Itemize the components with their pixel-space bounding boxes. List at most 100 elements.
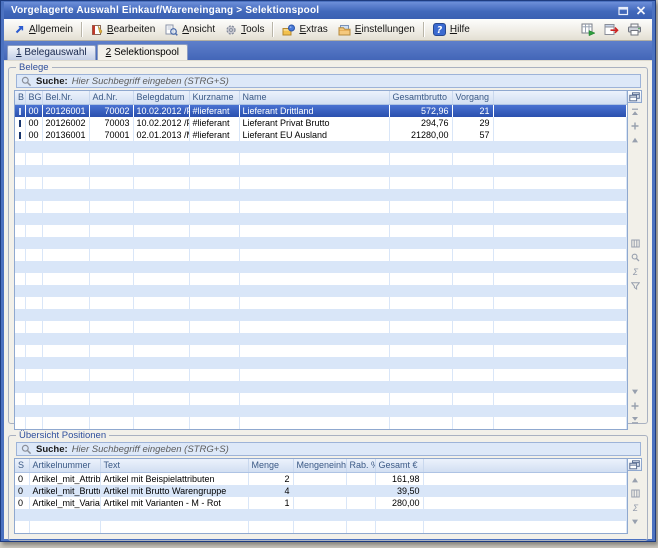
empty-cell	[452, 237, 493, 249]
table-row[interactable]: 00201360017000102.01.2013 /Mi#lieferantL…	[15, 129, 626, 141]
export-button[interactable]	[581, 23, 596, 36]
empty-cell	[452, 393, 493, 405]
cell: #lieferant	[189, 117, 239, 129]
column-header[interactable]: BG	[25, 91, 42, 104]
empty-cell	[493, 345, 626, 357]
empty-cell	[29, 521, 100, 533]
empty-cell	[89, 285, 133, 297]
menu-item-allgemein[interactable]: Allgemein	[9, 22, 78, 37]
empty-cell	[239, 405, 389, 417]
columns-icon	[631, 239, 640, 248]
menu-item-ansicht[interactable]: Ansicht	[160, 22, 220, 38]
tab-belegauswahl[interactable]: 1 Belegauswahl	[7, 45, 96, 60]
print-button[interactable]	[627, 23, 642, 36]
filter-button[interactable]	[630, 280, 641, 291]
column-header[interactable]: Rab. %	[346, 459, 375, 472]
sum-button[interactable]: Σ	[630, 502, 641, 513]
cell: 0	[15, 497, 29, 509]
column-chooser-button[interactable]	[628, 90, 642, 103]
menu-item-hilfe[interactable]: ?Hilfe	[428, 21, 475, 38]
column-header[interactable]: Vorgang	[452, 91, 493, 104]
empty-row	[15, 237, 626, 249]
empty-cell	[239, 237, 389, 249]
columns-button[interactable]	[630, 238, 641, 249]
menu-item-bearbeiten[interactable]: Bearbeiten	[86, 22, 160, 38]
add-row-button[interactable]	[630, 120, 641, 131]
empty-cell	[389, 321, 452, 333]
row-down-button[interactable]	[630, 516, 641, 527]
column-header[interactable]: Text	[100, 459, 248, 472]
column-header[interactable]: Ad.Nr.	[89, 91, 133, 104]
cell: 21	[452, 104, 493, 117]
column-header[interactable]: Bel.Nr.	[42, 91, 89, 104]
belege-search-input[interactable]: Suche: Hier Suchbegriff eingeben (STRG+S…	[16, 74, 641, 88]
menu-item-extras[interactable]: Extras	[277, 22, 332, 38]
cell: 57	[452, 129, 493, 141]
empty-cell	[89, 393, 133, 405]
cell: 280,00	[375, 497, 423, 509]
empty-cell	[15, 309, 25, 321]
column-chooser-button[interactable]	[628, 458, 642, 471]
table-row[interactable]: 0Artikel_mit_Brutto_WGArtikel mit Brutto…	[15, 485, 626, 497]
column-header[interactable]: Kurzname	[189, 91, 239, 104]
svg-text:Σ: Σ	[632, 268, 638, 276]
table-row[interactable]: 0Artikel_mit_Varianten.Artikel mit Varia…	[15, 497, 626, 509]
table-row[interactable]: 00201260017000210.02.2012 /Fr#lieferantL…	[15, 104, 626, 117]
scroll-top-button[interactable]	[630, 106, 641, 117]
column-header[interactable]: Gesamt €	[375, 459, 423, 472]
empty-cell	[42, 225, 89, 237]
close-button[interactable]	[633, 4, 648, 17]
cell: #lieferant	[189, 104, 239, 117]
empty-cell	[239, 177, 389, 189]
add-row-button[interactable]	[630, 400, 641, 411]
search-label: Suche:	[36, 444, 68, 455]
restore-icon	[618, 6, 629, 16]
exit-button[interactable]	[604, 23, 619, 36]
grid-search-button[interactable]	[630, 252, 641, 263]
cell	[15, 104, 25, 117]
columns-button[interactable]	[630, 488, 641, 499]
row-down-button[interactable]	[630, 386, 641, 397]
cell: 70002	[89, 104, 133, 117]
empty-cell	[89, 213, 133, 225]
empty-cell	[239, 309, 389, 321]
empty-cell	[89, 249, 133, 261]
menu-item-tools[interactable]: Tools	[220, 22, 269, 38]
column-header[interactable]: S	[15, 459, 29, 472]
column-header[interactable]: B	[15, 91, 25, 104]
empty-row	[15, 509, 626, 521]
column-header[interactable]: Name	[239, 91, 389, 104]
menu-item-einstellungen[interactable]: Einstellungen	[333, 22, 420, 38]
column-header[interactable]: Belegdatum	[133, 91, 189, 104]
add-icon	[631, 122, 639, 130]
empty-cell	[493, 201, 626, 213]
empty-cell	[293, 509, 346, 521]
empty-cell	[239, 321, 389, 333]
column-header[interactable]: Artikelnummer	[29, 459, 100, 472]
cell	[293, 472, 346, 485]
column-chooser-icon	[629, 92, 640, 102]
empty-cell	[493, 285, 626, 297]
empty-cell	[15, 153, 25, 165]
column-header[interactable]: Gesamtbrutto	[389, 91, 452, 104]
empty-cell	[452, 213, 493, 225]
scroll-bottom-icon	[631, 416, 639, 424]
empty-cell	[42, 189, 89, 201]
row-up-button[interactable]	[630, 134, 641, 145]
empty-cell	[133, 249, 189, 261]
table-row[interactable]: 00201260027000310.02.2012 /Fr#lieferantL…	[15, 117, 626, 129]
empty-row	[15, 297, 626, 309]
sum-button[interactable]: Σ	[630, 266, 641, 277]
restore-button[interactable]	[616, 4, 631, 17]
tab-selektionspool[interactable]: 2 Selektionspool	[97, 44, 188, 60]
empty-row	[15, 273, 626, 285]
column-header[interactable]: Mengeneinheit	[293, 459, 346, 472]
empty-cell	[346, 509, 375, 521]
column-header[interactable]: Menge	[248, 459, 293, 472]
table-row[interactable]: 0Artikel_mit_AttributenArtikel mit Beisp…	[15, 472, 626, 485]
empty-row	[15, 285, 626, 297]
row-up-button[interactable]	[630, 474, 641, 485]
help-icon: ?	[433, 23, 446, 36]
positionen-search-input[interactable]: Suche: Hier Suchbegriff eingeben (STRG+S…	[16, 442, 641, 456]
scroll-bottom-button[interactable]	[630, 414, 641, 425]
